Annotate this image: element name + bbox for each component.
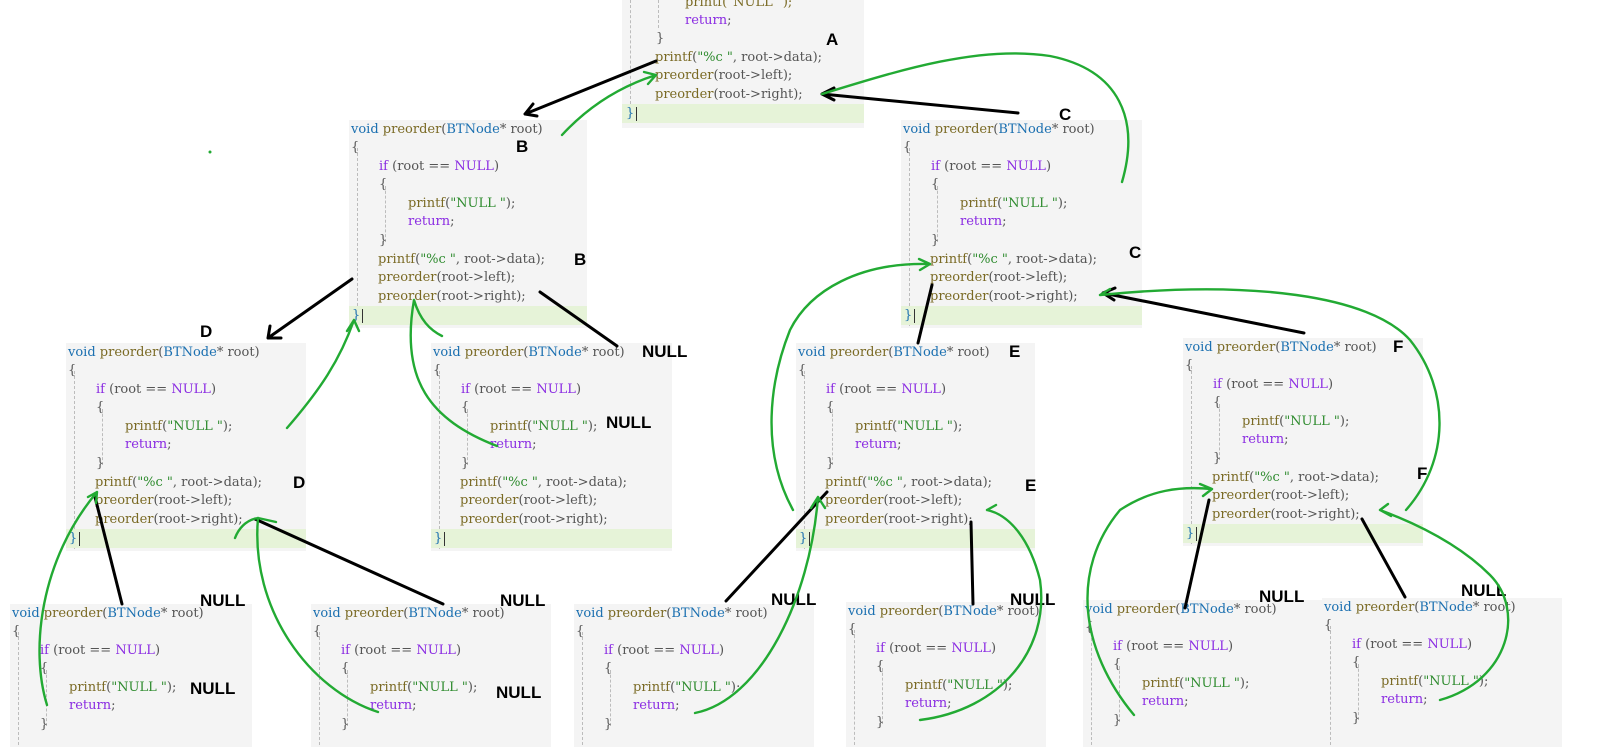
code-frame-f-left-null: void preorder(BTNode* root){if (root == … xyxy=(1083,600,1323,747)
label-null: NULL xyxy=(190,679,236,698)
label-null: NULL xyxy=(771,590,817,609)
code-frame-a: printf("NULL "); return; } printf("%c ",… xyxy=(622,0,864,128)
code-frame-b: void preorder(BTNode* root){if (root == … xyxy=(349,120,587,328)
code-frame-b-right-null: void preorder(BTNode* root){if (root == … xyxy=(431,343,672,551)
label-e-print: E xyxy=(1025,476,1037,495)
close-brace: } xyxy=(656,31,665,46)
label-null: NULL xyxy=(500,591,546,610)
label-f-top: F xyxy=(1393,337,1404,356)
label-null: NULL xyxy=(642,342,688,361)
label-c-top: C xyxy=(1059,105,1072,124)
code-frame-c: void preorder(BTNode* root){if (root == … xyxy=(901,120,1142,328)
label-null: NULL xyxy=(496,683,542,702)
label-null: NULL xyxy=(606,413,652,432)
label-null: NULL xyxy=(1010,590,1056,609)
label-d-top: D xyxy=(200,322,213,341)
label-d-print: D xyxy=(293,473,306,492)
label-c-print: C xyxy=(1129,243,1142,262)
label-b-top: B xyxy=(516,137,529,156)
code-frame-e-left-null: void preorder(BTNode* root){if (root == … xyxy=(574,604,814,747)
code-frame-d: void preorder(BTNode* root){if (root == … xyxy=(66,343,306,551)
arrow-b-to-d xyxy=(266,277,354,340)
label-a: A xyxy=(826,30,839,49)
printf-call: printf("NULL "); xyxy=(685,0,793,10)
label-null: NULL xyxy=(1259,587,1305,606)
label-f-print: F xyxy=(1417,464,1428,483)
code-frame-d-right-null: void preorder(BTNode* root){if (root == … xyxy=(311,604,551,747)
label-null: NULL xyxy=(200,591,246,610)
label-e-top: E xyxy=(1009,342,1021,361)
code-frame-e: void preorder(BTNode* root){if (root == … xyxy=(796,343,1035,551)
stray-dot xyxy=(208,150,212,154)
label-null: NULL xyxy=(1461,581,1507,600)
code-frame-e-right-null: void preorder(BTNode* root){if (root == … xyxy=(846,602,1046,747)
code-frame-f-right-null: void preorder(BTNode* root){if (root == … xyxy=(1322,598,1562,747)
code-frame-f: void preorder(BTNode* root){if (root == … xyxy=(1183,338,1423,546)
return-keyword: return xyxy=(685,13,728,28)
label-b-print: B xyxy=(574,250,587,269)
code-frame-d-left-null: void preorder(BTNode* root){if (root == … xyxy=(10,604,252,747)
